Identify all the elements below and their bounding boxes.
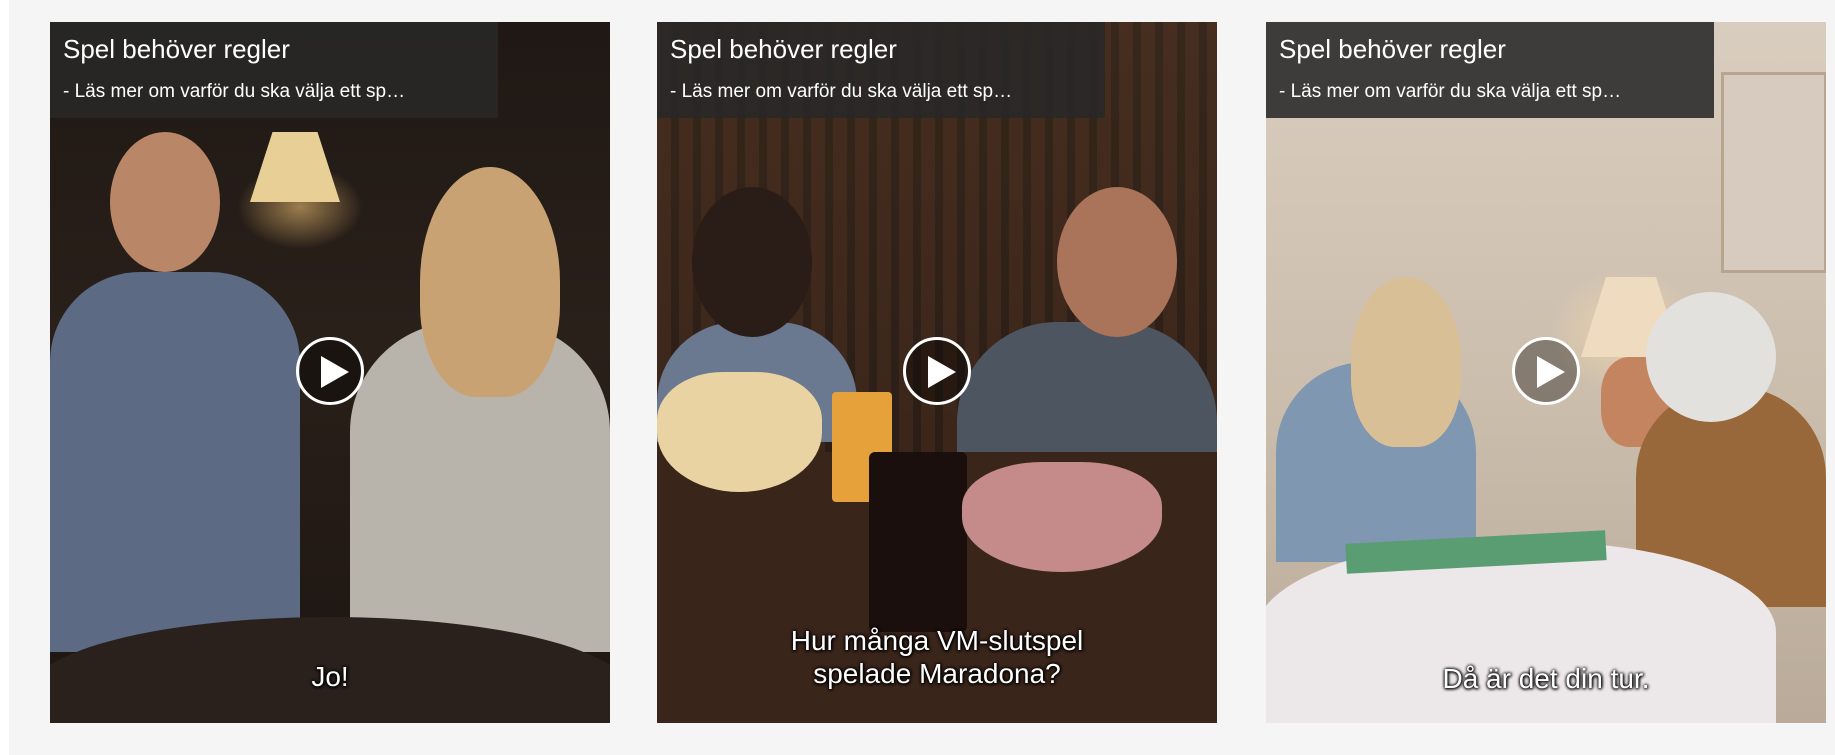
play-button[interactable] xyxy=(903,337,971,405)
card-description[interactable]: - Läs mer om varför du ska välja ett sp… xyxy=(670,80,1090,104)
card-description[interactable]: - Läs mer om varför du ska välja ett sp… xyxy=(63,80,483,104)
video-card-2[interactable]: Spel behöver regler - Läs mer om varför … xyxy=(657,22,1217,723)
older-woman-hair xyxy=(1646,292,1776,422)
video-subtitle-line-1: Hur många VM-slutspel xyxy=(790,625,1084,656)
card-description[interactable]: - Läs mer om varför du ska välja ett sp… xyxy=(1279,80,1699,104)
lamp-shade xyxy=(250,132,340,202)
caption-box-1: Spel behöver regler - Läs mer om varför … xyxy=(50,22,498,118)
video-gallery-panel: Spel behöver regler - Läs mer om varför … xyxy=(9,0,1835,755)
popcorn-bowl xyxy=(657,372,822,492)
video-card-1[interactable]: Spel behöver regler - Läs mer om varför … xyxy=(50,22,610,723)
wall-picture xyxy=(1721,72,1826,273)
video-subtitle-line-2: spelade Maradona? xyxy=(813,658,1061,689)
woman-hair xyxy=(420,167,560,397)
video-subtitle: Hur många VM-slutspel spelade Maradona? xyxy=(657,624,1217,690)
play-icon xyxy=(1537,356,1565,388)
video-card-3[interactable]: Spel behöver regler - Läs mer om varför … xyxy=(1266,22,1826,723)
man-head xyxy=(1057,187,1177,337)
candy-bowl xyxy=(962,462,1162,572)
video-subtitle: Jo! xyxy=(311,661,349,692)
card-title: Spel behöver regler xyxy=(63,34,290,64)
young-woman-hair xyxy=(1351,277,1461,447)
man-head xyxy=(110,132,220,272)
cola-glass xyxy=(869,452,967,632)
man-figure xyxy=(50,272,300,652)
caption-box-2: Spel behöver regler - Läs mer om varför … xyxy=(657,22,1105,118)
card-title: Spel behöver regler xyxy=(670,34,897,64)
caption-box-3: Spel behöver regler - Läs mer om varför … xyxy=(1266,22,1714,118)
video-subtitle: Då är det din tur. xyxy=(1442,663,1650,694)
tablecloth xyxy=(1266,542,1776,723)
play-icon xyxy=(928,356,956,388)
play-icon xyxy=(321,356,349,388)
woman-head xyxy=(692,187,812,337)
play-button[interactable] xyxy=(296,337,364,405)
play-button[interactable] xyxy=(1512,337,1580,405)
card-title: Spel behöver regler xyxy=(1279,34,1506,64)
